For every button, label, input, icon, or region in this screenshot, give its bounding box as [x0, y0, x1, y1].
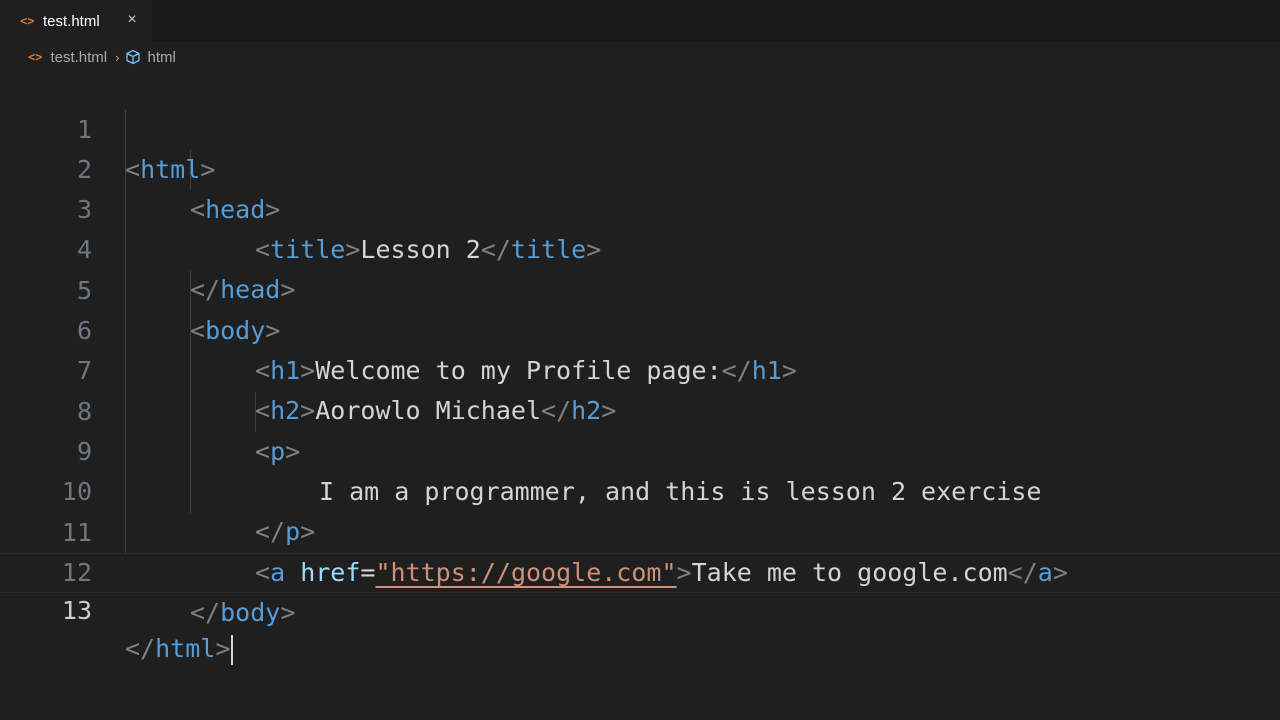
code-content: </html>: [125, 630, 234, 668]
code-line: 10 </p>: [0, 432, 1280, 546]
code-line: 5 <body>: [0, 231, 1280, 345]
code-line: 6 <h1>Welcome to my Profile page:</h1>: [0, 271, 1280, 385]
code-line: 2 <head>: [0, 110, 1280, 224]
tab-bar: <> test.html ×: [0, 0, 1280, 42]
code-line: 11 <a href="https://google.com">Take me …: [0, 473, 1280, 587]
code-line: 4 </head>: [0, 190, 1280, 304]
close-icon[interactable]: ×: [123, 11, 141, 29]
symbol-cube-icon: [126, 49, 141, 65]
code-line: 8 <p>: [0, 352, 1280, 466]
html-file-icon: <>: [20, 14, 35, 28]
breadcrumb-symbol[interactable]: html: [147, 49, 175, 66]
breadcrumb-file[interactable]: test.html: [50, 49, 107, 66]
text-cursor: [231, 635, 234, 665]
code-line-current: 13 </html>: [0, 553, 1280, 665]
code-editor[interactable]: 1 <html> 2 <head> 3 <title>Lesson 2</tit…: [0, 72, 1280, 720]
tab-label: test.html: [43, 12, 100, 30]
code-line: 9 I am a programmer, and this is lesson …: [0, 392, 1280, 506]
breadcrumb: <> test.html › html: [0, 42, 1280, 72]
html-file-icon: <>: [28, 50, 43, 64]
code-line: 12 </body>: [0, 513, 1280, 627]
code-line: 7 <h2>Aorowlo Michael</h2>: [0, 311, 1280, 425]
code-content: </body>: [190, 598, 296, 627]
chevron-right-icon: ›: [115, 49, 120, 65]
code-line: 1 <html>: [0, 70, 1280, 184]
code-line: 3 <title>Lesson 2</title>: [0, 150, 1280, 264]
tab-test-html[interactable]: <> test.html ×: [0, 0, 152, 42]
line-number: 13: [61, 596, 92, 625]
